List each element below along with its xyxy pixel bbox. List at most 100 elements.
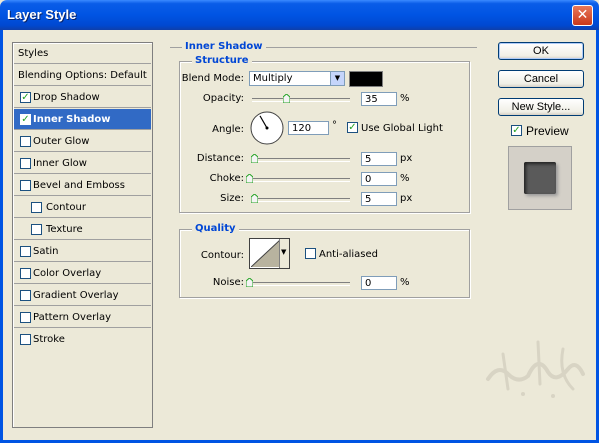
size-input[interactable]: 5 [361, 192, 397, 206]
contour-checkbox[interactable] [31, 202, 42, 213]
styles-item-outer-glow[interactable]: Outer Glow [14, 131, 151, 152]
size-value: 5 [365, 194, 372, 205]
new-style-button[interactable]: New Style... [498, 98, 584, 116]
choke-value: 0 [365, 174, 372, 185]
choke-slider-thumb[interactable] [246, 174, 253, 183]
noise-input[interactable]: 0 [361, 276, 397, 290]
opacity-value: 35 [365, 94, 378, 105]
size-unit: px [400, 193, 413, 204]
distance-slider-thumb[interactable] [250, 154, 258, 163]
bevel-emboss-checkbox[interactable] [20, 180, 31, 191]
chevron-down-icon: ▼ [281, 248, 287, 256]
pattern-overlay-checkbox[interactable] [20, 312, 31, 323]
styles-item-label: Bevel and Emboss [33, 180, 125, 191]
opacity-slider-thumb[interactable] [283, 94, 291, 103]
styles-item-blending-options[interactable]: Blending Options: Default [14, 65, 151, 86]
window-frame-left [0, 30, 3, 443]
style-preview [508, 146, 572, 210]
contour-label: Contour: [200, 250, 244, 261]
styles-item-label: Satin [33, 246, 59, 257]
contour-curve-icon [251, 240, 280, 267]
preview-label: Preview [526, 124, 569, 138]
color-overlay-checkbox[interactable] [20, 268, 31, 279]
noise-slider-thumb[interactable] [246, 278, 253, 287]
styles-header[interactable]: Styles [14, 43, 151, 64]
size-slider[interactable] [252, 198, 350, 202]
styles-item-contour[interactable]: Contour [14, 197, 151, 218]
styles-item-pattern-overlay[interactable]: Pattern Overlay [14, 307, 151, 328]
styles-item-gradient-overlay[interactable]: Gradient Overlay [14, 285, 151, 306]
anti-aliased-checkbox[interactable] [305, 248, 316, 259]
angle-dial[interactable] [249, 110, 285, 146]
satin-checkbox[interactable] [20, 246, 31, 257]
distance-value: 5 [365, 154, 372, 165]
use-global-light-checkbox[interactable]: ✓ [347, 122, 358, 133]
styles-item-inner-glow[interactable]: Inner Glow [14, 153, 151, 174]
opacity-label: Opacity: [202, 93, 244, 104]
distance-label: Distance: [196, 153, 244, 164]
stroke-checkbox[interactable] [20, 334, 31, 345]
drop-shadow-checkbox[interactable]: ✓ [20, 92, 31, 103]
styles-item-inner-shadow[interactable]: ✓ Inner Shadow [14, 109, 151, 130]
distance-unit: px [400, 153, 413, 164]
quality-title: Quality [192, 223, 239, 234]
distance-input[interactable]: 5 [361, 152, 397, 166]
angle-unit: ° [332, 120, 337, 131]
texture-checkbox[interactable] [31, 224, 42, 235]
styles-item-label: Outer Glow [33, 136, 90, 147]
use-global-light-label: Use Global Light [361, 123, 443, 134]
cancel-button[interactable]: Cancel [498, 70, 584, 88]
watermark-calligraphy [486, 340, 585, 398]
inner-shadow-title: Inner Shadow [182, 41, 266, 52]
choke-slider[interactable] [249, 178, 350, 182]
angle-value: 120 [292, 123, 312, 134]
styles-item-label: Pattern Overlay [33, 312, 112, 323]
noise-label: Noise: [212, 277, 244, 288]
styles-item-label: Inner Glow [33, 158, 87, 169]
blend-mode-select[interactable]: Multiply ▼ [249, 71, 345, 86]
styles-item-label: Texture [46, 224, 83, 235]
noise-slider[interactable] [249, 282, 350, 286]
noise-unit: % [400, 277, 410, 288]
styles-item-label: Contour [46, 202, 86, 213]
anti-aliased-label: Anti-aliased [319, 249, 379, 260]
size-slider-thumb[interactable] [250, 194, 258, 203]
distance-slider[interactable] [252, 158, 350, 162]
styles-item-drop-shadow[interactable]: ✓ Drop Shadow [14, 87, 151, 108]
opacity-slider[interactable] [252, 98, 350, 102]
close-icon: ✕ [576, 7, 589, 23]
styles-header-label: Styles [18, 48, 49, 59]
inner-shadow-checkbox[interactable]: ✓ [20, 114, 31, 125]
styles-item-bevel-emboss[interactable]: Bevel and Emboss [14, 175, 151, 196]
contour-dropdown[interactable]: ▼ [279, 239, 289, 268]
choke-unit: % [400, 173, 410, 184]
styles-item-stroke[interactable]: Stroke [14, 329, 151, 350]
preview-checkbox[interactable]: ✓ [511, 125, 522, 136]
size-label: Size: [220, 193, 244, 204]
angle-input[interactable]: 120 [288, 121, 329, 135]
close-button[interactable]: ✕ [572, 5, 593, 26]
outer-glow-checkbox[interactable] [20, 136, 31, 147]
styles-item-color-overlay[interactable]: Color Overlay [14, 263, 151, 284]
inner-glow-checkbox[interactable] [20, 158, 31, 169]
blend-mode-value: Multiply [253, 73, 293, 84]
angle-label: Angle: [212, 124, 244, 135]
styles-item-label: Stroke [33, 334, 65, 345]
chevron-down-icon: ▼ [330, 72, 344, 85]
structure-title: Structure [192, 55, 252, 66]
choke-input[interactable]: 0 [361, 172, 397, 186]
opacity-unit: % [400, 93, 410, 104]
styles-item-satin[interactable]: Satin [14, 241, 151, 262]
styles-list: Styles Blending Options: Default ✓ Drop … [12, 42, 153, 428]
contour-picker[interactable]: ▼ [249, 238, 290, 269]
ok-button[interactable]: OK [498, 42, 584, 60]
opacity-input[interactable]: 35 [361, 92, 397, 106]
gradient-overlay-checkbox[interactable] [20, 290, 31, 301]
choke-label: Choke: [209, 173, 244, 184]
styles-item-label: Gradient Overlay [33, 290, 119, 301]
shadow-color-swatch[interactable] [349, 71, 383, 87]
preview-swatch [524, 162, 556, 194]
styles-item-label: Inner Shadow [33, 114, 111, 125]
styles-item-texture[interactable]: Texture [14, 219, 151, 240]
styles-item-label: Drop Shadow [33, 92, 100, 103]
